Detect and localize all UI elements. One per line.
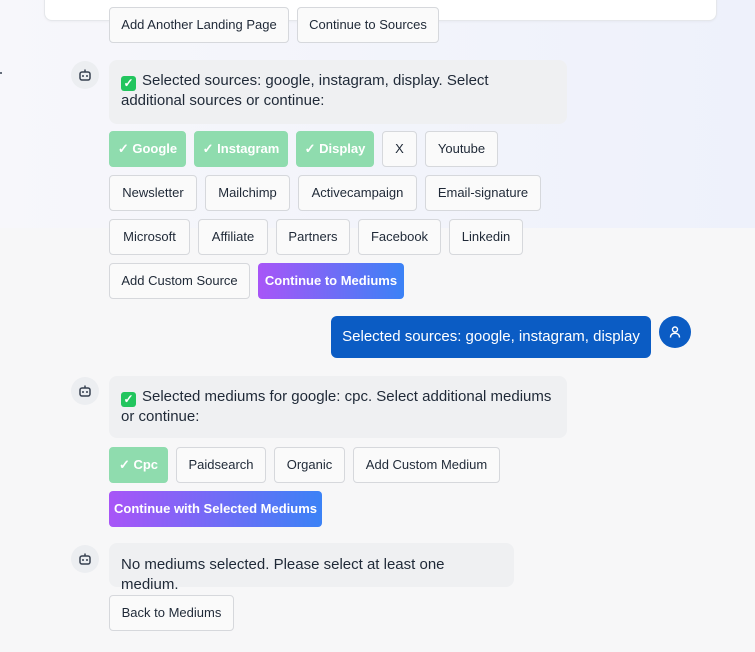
add-another-landing-page-button[interactable]: Add Another Landing Page — [109, 7, 289, 43]
add-custom-source-button[interactable]: Add Custom Source — [109, 263, 250, 299]
error-message-text: No mediums selected. Please select at le… — [121, 556, 445, 593]
source-chip-linkedin[interactable]: Linkedin — [449, 219, 523, 255]
source-chip-microsoft[interactable]: Microsoft — [109, 219, 190, 255]
edge-marker — [0, 72, 2, 74]
user-avatar — [659, 316, 691, 348]
source-chip-google[interactable]: ✓ Google — [109, 131, 186, 167]
source-chip-instagram[interactable]: ✓ Instagram — [194, 131, 288, 167]
source-chip-display[interactable]: ✓ Display — [296, 131, 374, 167]
continue-to-mediums-button[interactable]: Continue to Mediums — [258, 263, 404, 299]
source-chip-facebook[interactable]: Facebook — [358, 219, 441, 255]
medium-chip-organic[interactable]: Organic — [274, 447, 345, 483]
user-message: Selected sources: google, instagram, dis… — [331, 316, 651, 358]
source-chip-mailchimp[interactable]: Mailchimp — [205, 175, 290, 211]
sources-bot-message: ✓ Selected sources: google, instagram, di… — [109, 60, 567, 124]
source-chip-youtube[interactable]: Youtube — [425, 131, 498, 167]
source-chip-affiliate[interactable]: Affiliate — [198, 219, 268, 255]
robot-icon — [79, 385, 91, 397]
mediums-message-text: Selected mediums for google: cpc. Select… — [121, 388, 552, 425]
medium-chip-cpc[interactable]: ✓ Cpc — [109, 447, 168, 483]
user-icon — [669, 326, 681, 338]
bot-avatar — [71, 377, 99, 405]
error-bot-message: No mediums selected. Please select at le… — [109, 543, 514, 593]
source-chip-newsletter[interactable]: Newsletter — [109, 175, 197, 211]
back-to-mediums-button[interactable]: Back to Mediums — [109, 595, 234, 631]
robot-icon — [79, 69, 91, 81]
add-custom-medium-button[interactable]: Add Custom Medium — [353, 447, 500, 483]
medium-chip-paidsearch[interactable]: Paidsearch — [176, 447, 266, 483]
bot-avatar — [71, 545, 99, 573]
sources-message-text: Selected sources: google, instagram, dis… — [121, 72, 489, 109]
source-chip-email-signature[interactable]: Email-signature — [425, 175, 541, 211]
bot-avatar — [71, 61, 99, 89]
robot-icon — [79, 553, 91, 565]
mediums-bot-message: ✓ Selected mediums for google: cpc. Selec… — [109, 376, 567, 438]
checkbox-check-icon: ✓ — [121, 392, 136, 407]
source-chip-partners[interactable]: Partners — [276, 219, 350, 255]
checkbox-check-icon: ✓ — [121, 76, 136, 91]
continue-with-selected-mediums-button[interactable]: Continue with Selected Mediums — [109, 491, 322, 527]
source-chip-activecampaign[interactable]: Activecampaign — [298, 175, 417, 211]
source-chip-x[interactable]: X — [382, 131, 417, 167]
continue-to-sources-button[interactable]: Continue to Sources — [297, 7, 439, 43]
